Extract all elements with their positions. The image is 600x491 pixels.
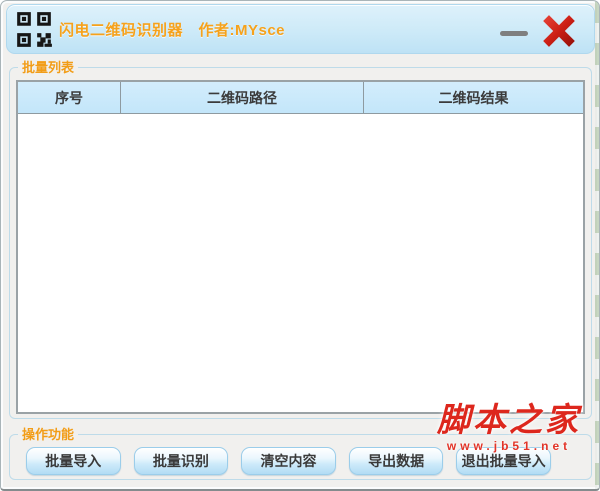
table-body-empty[interactable]: [18, 114, 583, 412]
batch-list-group-label: 批量列表: [18, 59, 79, 76]
window-edge-artifact: [595, 1, 599, 489]
minimize-button[interactable]: [498, 27, 530, 39]
batch-import-button[interactable]: 批量导入: [26, 447, 121, 475]
operations-group-label: 操作功能: [18, 426, 79, 443]
column-header-index[interactable]: 序号: [18, 82, 121, 113]
window-title: 闪电二维码识别器 作者:MYsce: [59, 21, 286, 39]
batch-recognize-button[interactable]: 批量识别: [133, 447, 229, 475]
minimize-dash-icon: [500, 30, 528, 36]
clear-content-button[interactable]: 清空内容: [241, 447, 336, 475]
column-header-path[interactable]: 二维码路径: [121, 82, 364, 113]
column-header-result[interactable]: 二维码结果: [364, 82, 583, 113]
exit-batch-import-button[interactable]: 退出批量导入: [456, 447, 551, 475]
qr-result-table[interactable]: 序号 二维码路径 二维码结果: [16, 80, 585, 414]
button-row: 批量导入 批量识别 清空内容 导出数据 退出批量导入: [26, 447, 551, 475]
qr-code-icon: [15, 10, 53, 50]
export-data-button[interactable]: 导出数据: [348, 447, 444, 475]
operations-group: 操作功能 批量导入 批量识别 清空内容 导出数据 退出批量导入: [9, 426, 592, 480]
close-button[interactable]: [540, 12, 578, 50]
close-x-icon: [543, 15, 575, 47]
table-header-row: 序号 二维码路径 二维码结果: [18, 82, 583, 114]
titlebar[interactable]: 闪电二维码识别器 作者:MYsce: [6, 4, 595, 54]
batch-list-group: 批量列表 序号 二维码路径 二维码结果: [9, 59, 592, 419]
app-window: 闪电二维码识别器 作者:MYsce 批量列表 序号 二维码路径 二维码结果 操作…: [0, 0, 600, 491]
